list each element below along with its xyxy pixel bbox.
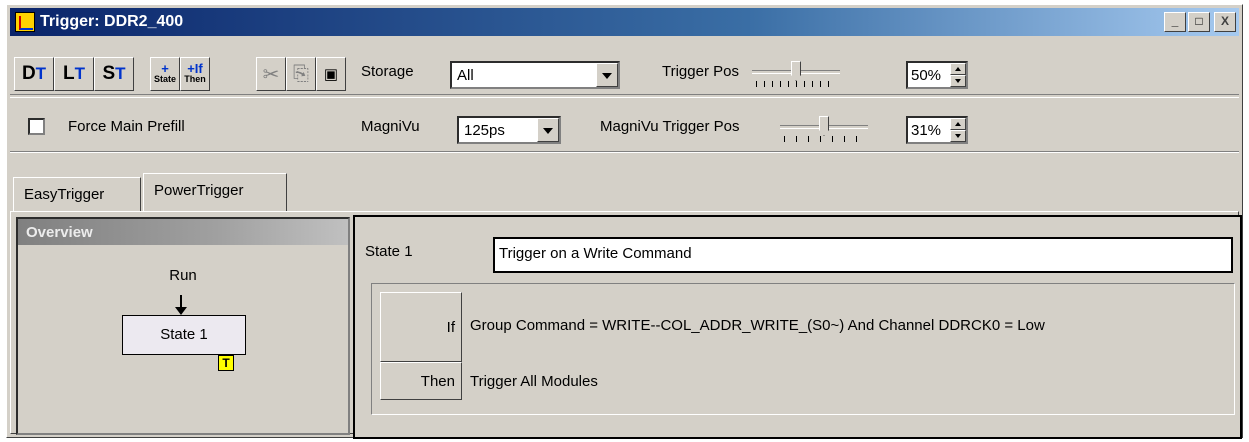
spin-down-icon[interactable] bbox=[950, 130, 966, 142]
window-title: Trigger: DDR2_400 bbox=[40, 13, 184, 30]
magnivu-trigger-pos-slider[interactable] bbox=[778, 114, 870, 142]
storage-select[interactable]: All bbox=[450, 61, 620, 89]
spin-buttons bbox=[950, 118, 966, 142]
overview-pane: Overview Run State 1 T bbox=[16, 217, 350, 435]
spin-buttons bbox=[950, 63, 966, 87]
maximize-button[interactable]: □ bbox=[1188, 12, 1210, 32]
add-state-plus: + bbox=[161, 61, 169, 76]
slider-ticks bbox=[784, 136, 864, 142]
close-button[interactable]: X bbox=[1214, 12, 1236, 32]
trigger-pos-spinner[interactable]: 50% bbox=[906, 61, 968, 89]
trigger-marker-icon: T bbox=[218, 355, 234, 371]
magnivu-label: MagniVu bbox=[361, 118, 420, 135]
trigger-app-icon bbox=[15, 12, 35, 32]
trigger-pos-label: Trigger Pos bbox=[662, 63, 739, 80]
trigger-pos-value: 50% bbox=[911, 67, 942, 84]
separator bbox=[10, 151, 1239, 153]
add-state-label: State bbox=[153, 74, 176, 84]
state-trigger-letter: S bbox=[102, 63, 116, 84]
link-trigger-button[interactable]: LT bbox=[54, 57, 94, 91]
if-button[interactable]: If bbox=[380, 292, 462, 362]
force-main-prefill-checkbox[interactable] bbox=[28, 118, 45, 135]
force-main-prefill-label: Force Main Prefill bbox=[68, 118, 185, 135]
state-trigger-icon: ST bbox=[102, 63, 125, 85]
paste-icon: ▣ bbox=[323, 66, 339, 83]
cut-button[interactable]: ✂ bbox=[256, 57, 286, 91]
magnivu-value: 125ps bbox=[464, 122, 505, 139]
slider-ticks bbox=[756, 81, 836, 87]
state-label: State 1 bbox=[365, 243, 413, 260]
paste-button[interactable]: ▣ bbox=[316, 57, 346, 91]
overview-state-node[interactable]: State 1 bbox=[122, 315, 246, 355]
link-trigger-sub: T bbox=[74, 64, 85, 83]
window-controls: _ □ X bbox=[1164, 12, 1236, 32]
then-button[interactable]: Then bbox=[380, 362, 462, 400]
if-condition-text[interactable]: Group Command = WRITE--COL_ADDR_WRITE_(S… bbox=[470, 317, 1045, 334]
scissors-icon: ✂ bbox=[262, 63, 280, 86]
copy-icon: ⎘ bbox=[293, 62, 309, 85]
data-trigger-button[interactable]: DT bbox=[14, 57, 54, 91]
state-description-field[interactable]: Trigger on a Write Command bbox=[493, 237, 1233, 273]
state-detail-pane: State 1 Trigger on a Write Command If Gr… bbox=[353, 215, 1242, 439]
link-trigger-letter: L bbox=[63, 63, 75, 84]
add-if-then-icon: +If Then bbox=[184, 61, 206, 84]
data-trigger-icon: DT bbox=[22, 63, 46, 85]
copy-button[interactable]: ⎘ bbox=[286, 57, 316, 91]
state-trigger-sub: T bbox=[115, 64, 126, 83]
magnivu-trigger-pos-label: MagniVu Trigger Pos bbox=[600, 118, 740, 135]
add-if-then-label: Then bbox=[184, 74, 206, 84]
spin-up-icon[interactable] bbox=[950, 118, 966, 130]
spin-up-icon[interactable] bbox=[950, 63, 966, 75]
data-trigger-sub: T bbox=[35, 64, 47, 83]
slider-thumb[interactable] bbox=[819, 116, 829, 136]
magnivu-row: Force Main Prefill MagniVu 125ps MagniVu… bbox=[10, 97, 1239, 151]
storage-value: All bbox=[457, 67, 474, 84]
title-bar[interactable]: Trigger: DDR2_400 _ □ X bbox=[10, 8, 1239, 36]
add-state-button[interactable]: + State bbox=[150, 57, 180, 91]
storage-label: Storage bbox=[361, 63, 414, 80]
chevron-down-icon[interactable] bbox=[596, 63, 618, 87]
then-action-text[interactable]: Trigger All Modules bbox=[470, 373, 598, 390]
minimize-button[interactable]: _ bbox=[1164, 12, 1186, 32]
data-trigger-letter: D bbox=[21, 63, 36, 84]
add-state-icon: + State bbox=[153, 61, 176, 84]
toolbar-row: DT LT ST + State +If Then ✂ ⎘ ▣ Storage … bbox=[10, 39, 1239, 95]
trigger-window: Trigger: DDR2_400 _ □ X DT LT ST + State… bbox=[6, 4, 1243, 439]
arrow-down-icon bbox=[175, 295, 187, 315]
if-then-clause: If Group Command = WRITE--COL_ADDR_WRITE… bbox=[371, 283, 1235, 415]
add-if-then-plus: +If bbox=[187, 61, 203, 76]
tab-powertrigger[interactable]: PowerTrigger bbox=[143, 173, 287, 211]
run-label: Run bbox=[169, 267, 197, 284]
spin-down-icon[interactable] bbox=[950, 75, 966, 87]
chevron-down-icon[interactable] bbox=[537, 118, 559, 142]
trigger-pos-slider[interactable] bbox=[750, 59, 842, 87]
tab-easytrigger[interactable]: EasyTrigger bbox=[13, 177, 141, 211]
overview-title: Overview bbox=[18, 219, 348, 245]
add-if-then-button[interactable]: +If Then bbox=[180, 57, 210, 91]
slider-thumb[interactable] bbox=[791, 61, 801, 81]
magnivu-trigger-pos-spinner[interactable]: 31% bbox=[906, 116, 968, 144]
magnivu-select[interactable]: 125ps bbox=[457, 116, 561, 144]
link-trigger-icon: LT bbox=[63, 63, 85, 85]
state-trigger-button[interactable]: ST bbox=[94, 57, 134, 91]
magnivu-trigger-pos-value: 31% bbox=[911, 122, 942, 139]
